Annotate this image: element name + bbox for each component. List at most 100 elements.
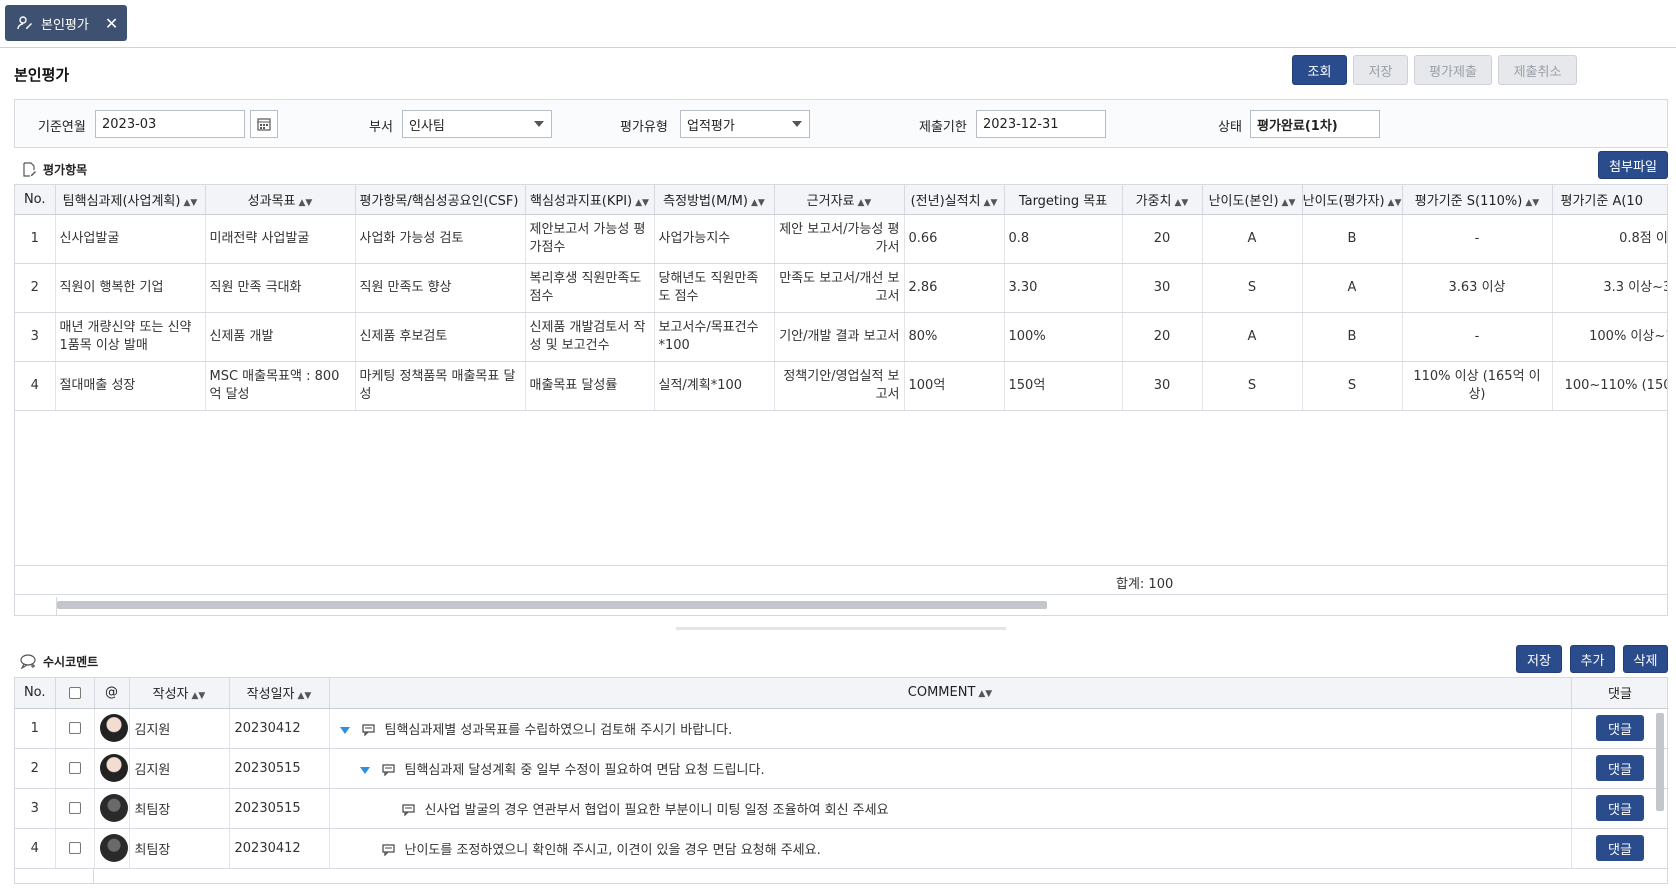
eval-cell[interactable]: 직원 만족 극대화 (205, 263, 356, 313)
col-header[interactable]: 평가항목/핵심성공요인(CSF) (355, 185, 526, 215)
eval-cell[interactable]: 100~110% (150억 이상~ (1552, 361, 1667, 411)
eval-cell[interactable]: 100% 이상~11 만 (1552, 312, 1667, 362)
comment-row[interactable]: 4 최팀장 20230412 난이도를 조정하였으니 확인해 주시고, 이견이 있을 … (15, 828, 1667, 869)
v-scroll-thumb[interactable] (1656, 713, 1664, 811)
eval-cell[interactable]: 20 (1122, 214, 1203, 264)
eval-cell[interactable]: 0.8점 이 (1552, 214, 1667, 264)
col-header[interactable]: (전년)실적치 ▲▼ (904, 185, 1005, 215)
eval-cell[interactable]: 3.3 이상~3.6 (1552, 263, 1667, 313)
col-header[interactable]: @ (94, 678, 130, 709)
select-all-checkbox[interactable] (68, 686, 81, 699)
col-header-checkbox[interactable] (55, 678, 95, 709)
eval-cell[interactable]: 0.8 (1004, 214, 1123, 264)
eval-cell[interactable]: 4 (15, 361, 56, 411)
col-header[interactable]: COMMENT ▲▼ (329, 678, 1572, 709)
col-header[interactable]: No. (15, 678, 56, 709)
base-month-input[interactable]: 2023-03 (95, 110, 245, 138)
comment-cell[interactable]: 팀핵심과제 달성계획 중 일부 수정이 필요하여 면담 요청 드립니다. (329, 748, 1572, 789)
eval-cell[interactable]: 3.63 이상 (1402, 263, 1553, 313)
col-header[interactable]: 팀핵심과제(사업계획) ▲▼ (55, 185, 206, 215)
eval-cell[interactable]: 마케팅 정책품목 매출목표 달성 (355, 361, 526, 411)
col-header[interactable]: 평가기준 A(10 (1552, 185, 1667, 215)
eval-cell[interactable]: 신제품 개발 (205, 312, 356, 362)
row-checkbox[interactable] (68, 762, 81, 774)
panel-splitter[interactable] (676, 627, 1006, 630)
eval-cell[interactable]: 80% (904, 312, 1005, 362)
search-button[interactable]: 조회 (1292, 55, 1347, 85)
eval-cell[interactable]: 제안보고서 가능성 평가점수 (525, 214, 655, 264)
eval-row[interactable]: 3 매년 개량신약 또는 신약 1품목 이상 발매 신제품 개발 신제품 후보검토 신제… (15, 312, 1667, 362)
eval-cell[interactable]: 매출목표 달성률 (525, 361, 655, 411)
eval-cell[interactable]: 신제품 후보검토 (355, 312, 526, 362)
attach-file-button[interactable]: 첨부파일 (1598, 151, 1668, 179)
eval-row[interactable]: 4 절대매출 성장 MSC 매출목표액 : 800억 달성 마케팅 정책품목 매출목표… (15, 361, 1667, 411)
eval-cell[interactable]: 100억 (904, 361, 1005, 411)
submit-evaluation-button[interactable]: 평가제출 (1414, 55, 1492, 85)
reply-button[interactable]: 댓글 (1596, 715, 1644, 741)
expand-triangle-icon[interactable] (339, 726, 350, 734)
comment-cell[interactable]: 팀핵심과제별 성과목표를 수립하였으니 검토해 주시기 바랍니다. (329, 708, 1572, 749)
eval-cell[interactable]: A (1302, 263, 1403, 313)
eval-cell[interactable]: 신제품 개발검토서 작성 및 보고건수 (525, 312, 655, 362)
row-checkbox[interactable] (68, 802, 81, 814)
comment-delete-button[interactable]: 삭제 (1623, 645, 1668, 673)
col-header[interactable]: 평가기준 S(110%) ▲▼ (1402, 185, 1553, 215)
eval-cell[interactable]: 20 (1122, 312, 1203, 362)
eval-cell[interactable]: S (1202, 263, 1303, 313)
eval-cell[interactable]: 제안 보고서/가능성 평가서 (774, 214, 905, 264)
col-header[interactable]: 측정방법(M/M) ▲▼ (654, 185, 775, 215)
eval-row[interactable]: 2 직원이 행복한 기업 직원 만족 극대화 직원 만족도 향상 복리후생 직원만족도 … (15, 263, 1667, 313)
eval-cell[interactable]: 당해년도 직원만족도 점수 (654, 263, 775, 313)
expand-triangle-icon[interactable] (359, 766, 370, 774)
col-header[interactable]: Targeting 목표 (1004, 185, 1123, 215)
row-checkbox-cell[interactable] (55, 708, 95, 749)
col-header[interactable]: 난이도(본인) ▲▼ (1202, 185, 1303, 215)
eval-type-select[interactable]: 업적평가 (680, 110, 810, 138)
eval-cell[interactable]: - (1402, 214, 1553, 264)
eval-cell[interactable]: 실적/계획*100 (654, 361, 775, 411)
eval-cell[interactable]: 2.86 (904, 263, 1005, 313)
eval-cell[interactable]: A (1202, 312, 1303, 362)
col-header[interactable]: 댓글 (1571, 678, 1667, 709)
eval-cell[interactable]: 150억 (1004, 361, 1123, 411)
save-button[interactable]: 저장 (1353, 55, 1408, 85)
comment-cell[interactable]: 난이도를 조정하였으니 확인해 주시고, 이견이 있을 경우 면담 요청해 주세… (329, 828, 1572, 869)
tab-self-evaluation[interactable]: 본인평가 ✕ (5, 5, 127, 41)
h-scroll-thumb[interactable] (57, 601, 1047, 609)
eval-cell[interactable]: 보고서수/목표건수 *100 (654, 312, 775, 362)
reply-button[interactable]: 댓글 (1596, 755, 1644, 781)
eval-cell[interactable]: 110% 이상 (165억 이상) (1402, 361, 1553, 411)
eval-cell[interactable]: 기안/개발 결과 보고서 (774, 312, 905, 362)
comment-cell[interactable]: 신사업 발굴의 경우 연관부서 협업이 필요한 부분이니 미팅 일정 조율하여 … (329, 788, 1572, 829)
eval-cell[interactable]: 2 (15, 263, 56, 313)
comment-row[interactable]: 1 김지원 20230412 팀핵심과제별 성과목표를 수립하였으니 검토해 주시기 … (15, 708, 1667, 749)
eval-cell[interactable]: 100% (1004, 312, 1123, 362)
eval-cell[interactable]: 30 (1122, 361, 1203, 411)
close-icon[interactable]: ✕ (105, 14, 118, 33)
eval-cell[interactable]: 3 (15, 312, 56, 362)
comment-save-button[interactable]: 저장 (1516, 645, 1562, 673)
row-checkbox-cell[interactable] (55, 788, 95, 829)
eval-cell[interactable]: 절대매출 성장 (55, 361, 206, 411)
row-checkbox-cell[interactable] (55, 748, 95, 789)
h-scrollbar[interactable] (15, 597, 1667, 615)
eval-cell[interactable]: S (1202, 361, 1303, 411)
eval-cell[interactable]: 정책기안/영업실적 보고서 (774, 361, 905, 411)
eval-cell[interactable]: 3.30 (1004, 263, 1123, 313)
col-header[interactable]: No. (15, 185, 56, 215)
eval-cell[interactable]: B (1302, 214, 1403, 264)
eval-cell[interactable]: 0.66 (904, 214, 1005, 264)
row-checkbox[interactable] (68, 722, 81, 734)
eval-cell[interactable]: 미래전략 사업발굴 (205, 214, 356, 264)
col-header[interactable]: 가중치 ▲▼ (1122, 185, 1203, 215)
col-header[interactable]: 난이도(평가자) ▲▼ (1302, 185, 1403, 215)
eval-cell[interactable]: 복리후생 직원만족도 점수 (525, 263, 655, 313)
comment-add-button[interactable]: 추가 (1570, 645, 1615, 673)
eval-cell[interactable]: 1 (15, 214, 56, 264)
col-header[interactable]: 근거자료 ▲▼ (774, 185, 905, 215)
col-header[interactable]: 작성자 ▲▼ (129, 678, 230, 709)
col-header[interactable]: 성과목표 ▲▼ (205, 185, 356, 215)
eval-cell[interactable]: MSC 매출목표액 : 800억 달성 (205, 361, 356, 411)
row-checkbox[interactable] (68, 842, 81, 854)
col-header[interactable]: 핵심성과지표(KPI) ▲▼ (525, 185, 655, 215)
